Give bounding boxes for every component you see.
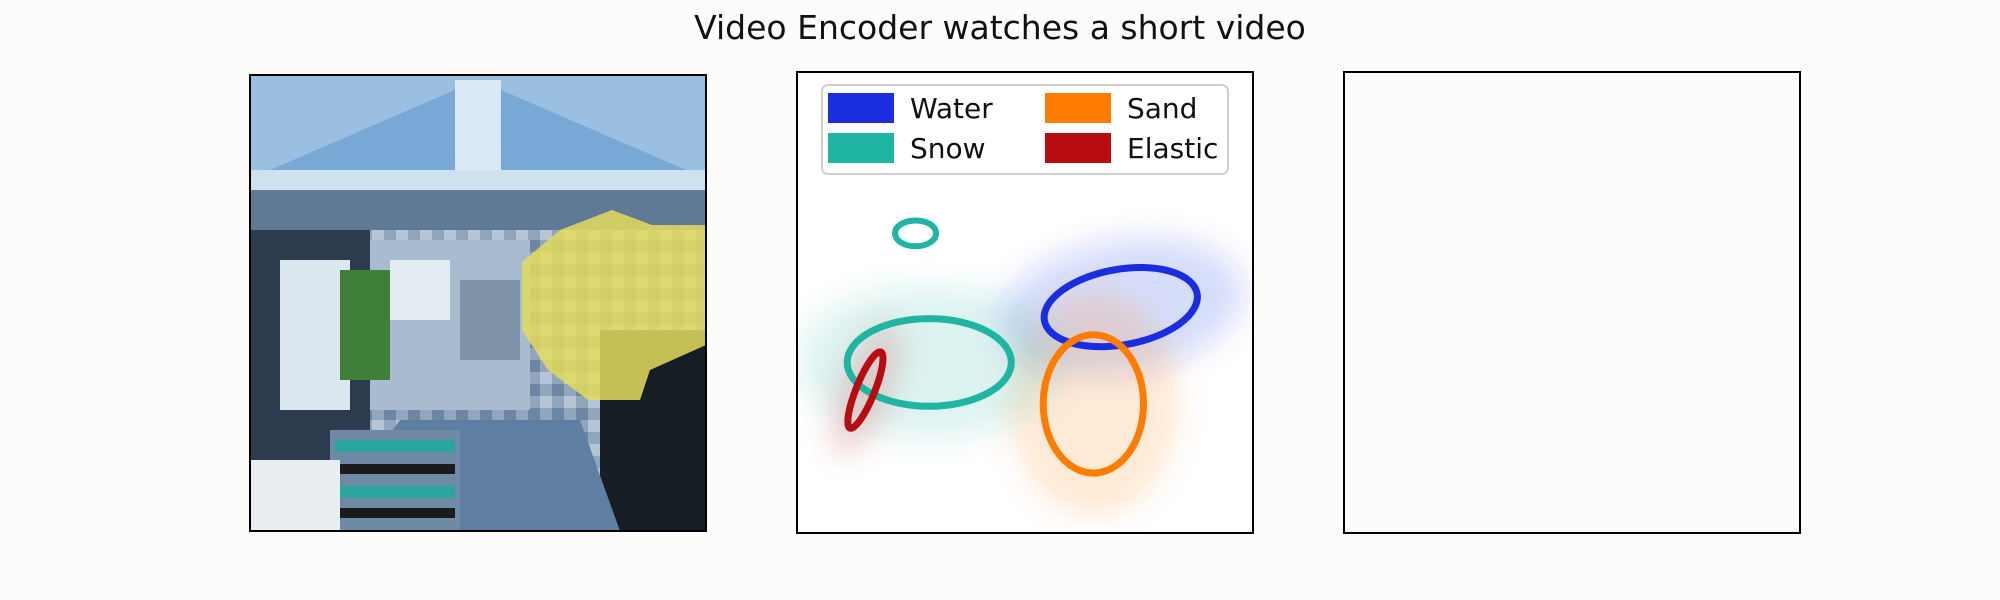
legend-swatch-elastic <box>1045 133 1111 163</box>
figure: Video Encoder watches a short video Wate… <box>0 0 2000 600</box>
legend-label-water: Water <box>910 92 993 125</box>
legend-swatch-sand <box>1045 93 1111 123</box>
legend-label-elastic: Elastic <box>1127 132 1218 165</box>
legend: Water Snow Sand Elastic <box>821 84 1229 175</box>
figure-canvas: Water Snow Sand Elastic <box>249 71 1801 534</box>
legend-swatch-snow <box>828 133 894 163</box>
legend-label-sand: Sand <box>1127 92 1197 125</box>
legend-swatch-water <box>828 93 894 123</box>
density-panel: Water Snow Sand Elastic <box>796 71 1254 534</box>
video-frame-image <box>250 75 706 531</box>
video-frame-panel <box>249 74 707 532</box>
empty-panel <box>1343 71 1801 534</box>
legend-label-snow: Snow <box>910 132 986 165</box>
